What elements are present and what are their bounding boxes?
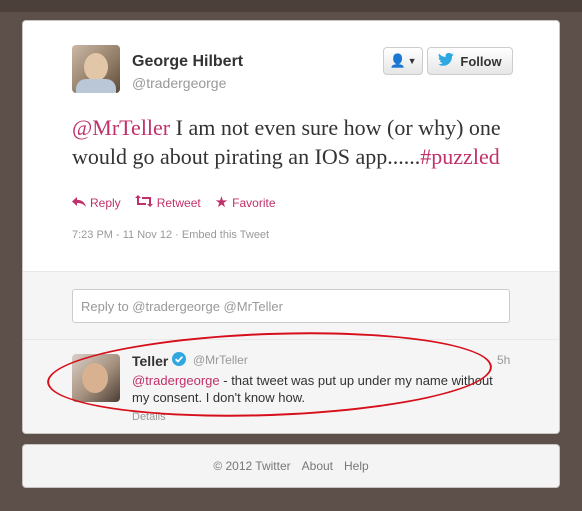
reply-label: Reply [90,195,121,210]
tweet-timestamp[interactable]: 7:23 PM - 11 Nov 12 [72,229,172,241]
author-shirt [76,79,116,93]
follow-button[interactable]: Follow [427,47,513,75]
embed-tweet-link[interactable]: Embed this Tweet [182,229,269,241]
tweet-text: @MrTeller I am not even sure how (or why… [72,113,522,171]
embed-footer: © 2012 Twitter About Help [22,444,560,488]
tweet-meta: 7:23 PM - 11 Nov 12 · Embed this Tweet [72,229,269,241]
author-handle[interactable]: @tradergeorge [132,75,226,91]
favorite-label: Favorite [232,195,276,210]
retweet-icon [134,195,153,210]
user-icon: 👤 [389,53,406,68]
tweet-hashtag-link[interactable]: #puzzled [420,144,499,169]
reply-arrow-icon [72,196,86,210]
tweet-actions: Reply Retweet ★ Favorite [72,195,276,210]
caret-down-icon: ▼ [407,56,417,66]
author-avatar[interactable] [72,45,120,93]
reply-input[interactable]: Reply to @tradergeorge @MrTeller [72,289,510,323]
tweet-main: George Hilbert @tradergeorge 👤 ▼ Follow … [23,21,559,271]
tweet-mention-link[interactable]: @MrTeller [72,115,170,140]
author-face [84,53,108,81]
footer-about-link[interactable]: About [302,459,333,473]
top-frame-band [0,0,582,12]
reply-action[interactable]: Reply [72,195,121,210]
retweet-label: Retweet [156,195,201,210]
author-name[interactable]: George Hilbert [132,53,243,71]
reply-time[interactable]: 5h [497,353,510,367]
favorite-action[interactable]: ★ Favorite [215,195,276,210]
follow-label: Follow [460,53,502,69]
twitter-bird-icon [438,52,455,69]
meta-separator: · [175,229,182,241]
user-actions-button[interactable]: 👤 ▼ [383,47,423,75]
reply-compose-area: Reply to @tradergeorge @MrTeller [23,271,559,340]
footer-copyright: © 2012 Twitter [213,459,291,473]
star-icon: ★ [214,193,229,211]
retweet-action[interactable]: Retweet [134,195,201,210]
footer-help-link[interactable]: Help [344,459,369,473]
